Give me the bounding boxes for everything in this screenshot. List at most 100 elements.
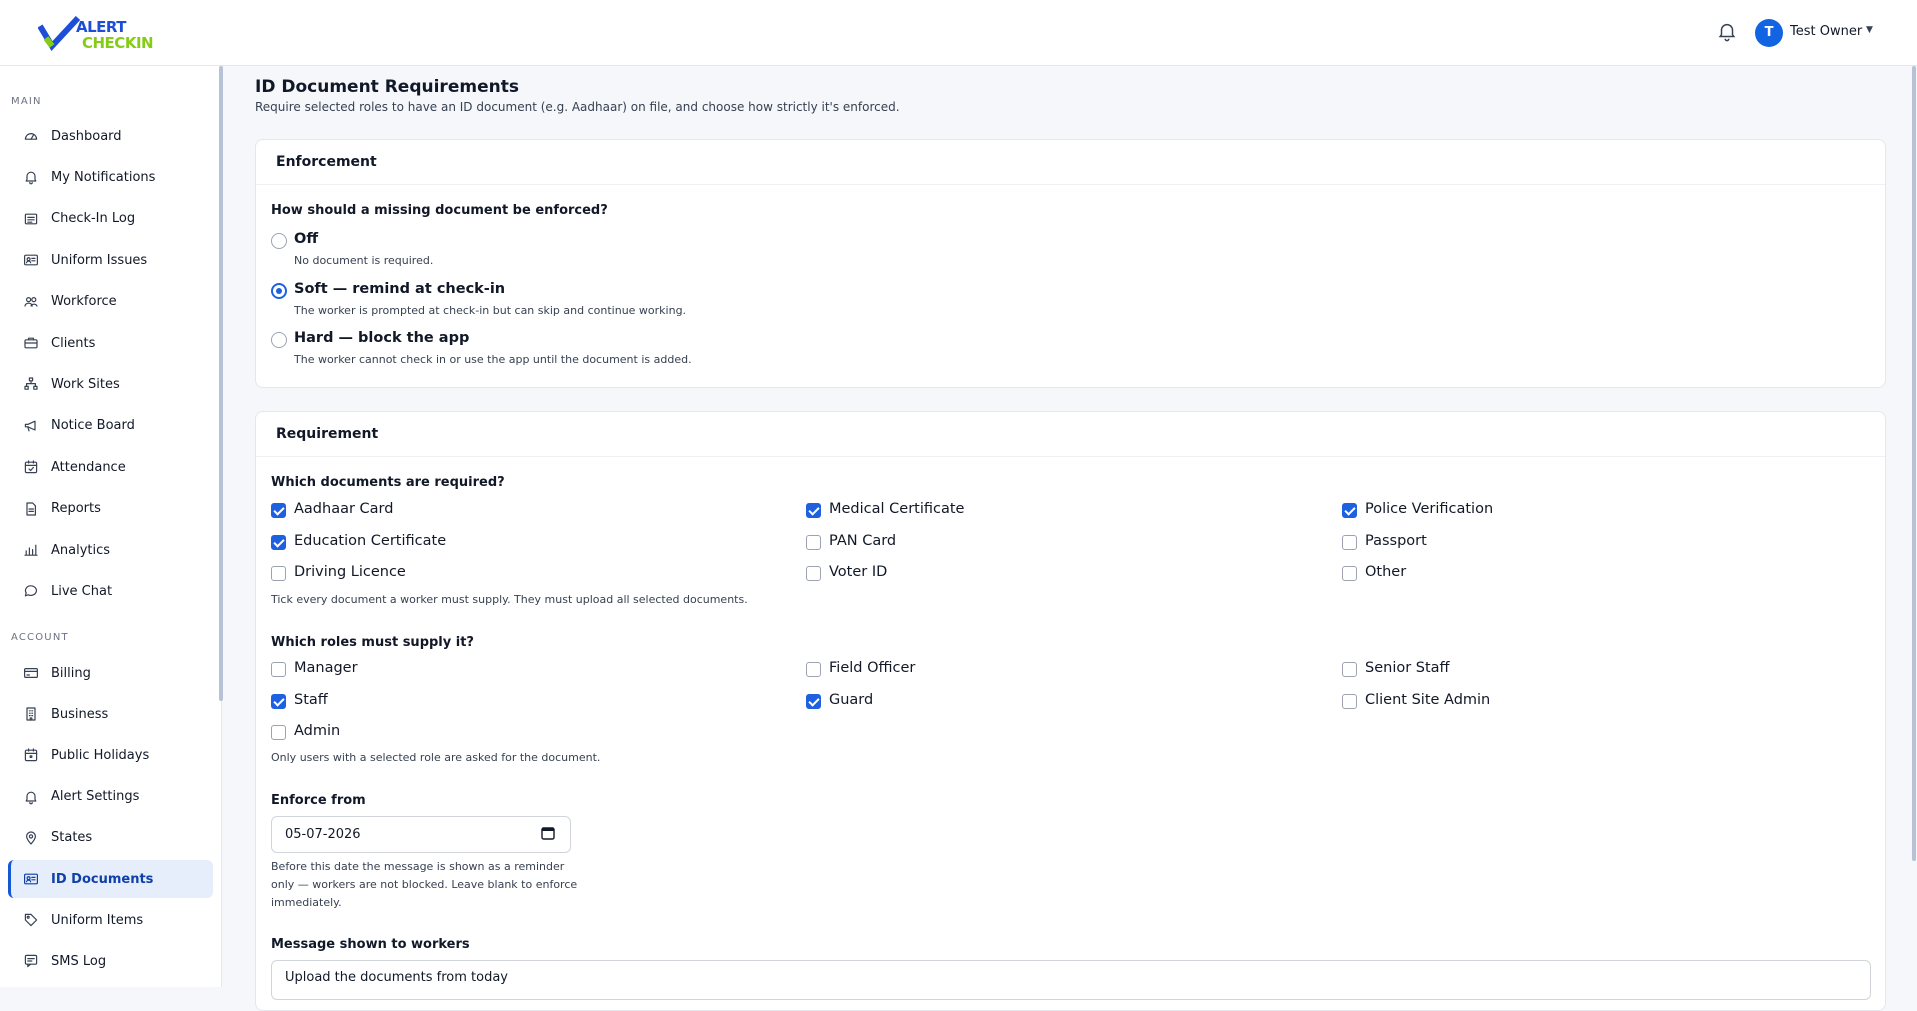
sidebar-scrollbar[interactable] [219, 66, 223, 701]
documents-checkbox-label[interactable]: Voter ID [829, 564, 887, 580]
documents-checkbox[interactable] [1342, 534, 1357, 550]
sidebar-item-label: Attendance [51, 459, 126, 475]
sidebar-item-alert-settings[interactable]: Alert Settings [8, 778, 213, 816]
enforcement-option-label[interactable]: Off [294, 231, 318, 247]
chevron-down-icon[interactable]: ▼ [1866, 25, 1873, 35]
sidebar-item-billing[interactable]: Billing [8, 654, 213, 692]
sidebar-item-label: Workforce [51, 294, 117, 310]
documents-question: Which documents are required? [271, 475, 505, 490]
documents-checkbox[interactable] [1342, 503, 1357, 518]
documents-checkbox[interactable] [806, 534, 821, 550]
credit-card-icon [22, 664, 40, 682]
roles-checkbox[interactable] [271, 725, 286, 740]
sidebar-item-label: States [51, 830, 93, 846]
roles-checkbox[interactable] [271, 662, 286, 677]
building-icon [22, 705, 40, 723]
briefcase-icon [22, 334, 40, 352]
sidebar-item-uniform-items[interactable]: Uniform Items [8, 901, 213, 939]
sidebar-item-notice-board[interactable]: Notice Board [8, 407, 213, 445]
documents-checkbox-label[interactable]: Aadhaar Card [294, 501, 393, 517]
calendar-icon[interactable] [541, 826, 555, 840]
roles-checkbox[interactable] [806, 693, 821, 709]
roles-checkbox-label[interactable]: Guard [829, 692, 873, 708]
enforce-from-date-input[interactable]: 05-07-2026 [271, 816, 571, 853]
roles-checkbox-label[interactable]: Staff [294, 692, 328, 708]
sidebar-item-sms-log[interactable]: SMS Log [8, 942, 213, 980]
calendar-icon [22, 746, 40, 764]
enforcement-option-desc: The worker is prompted at check-in but c… [294, 303, 687, 317]
documents-checkbox-label[interactable]: Police Verification [1365, 501, 1493, 517]
documents-checkbox[interactable] [271, 566, 286, 581]
enforcement-radio-1[interactable] [271, 282, 287, 299]
roles-checkbox[interactable] [1342, 693, 1357, 709]
enforce-from-hint-3: immediately. [271, 896, 342, 909]
documents-checkbox[interactable] [271, 503, 286, 518]
documents-checkbox-label[interactable]: PAN Card [829, 533, 896, 549]
sidebar-item-label: Check-In Log [51, 211, 136, 227]
bell-icon [22, 168, 40, 186]
user-name[interactable]: Test Owner [1790, 24, 1862, 39]
enforcement-option-label[interactable]: Hard — block the app [294, 330, 469, 346]
sidebar-item-clients[interactable]: Clients [8, 324, 213, 362]
roles-hint: Only users with a selected role are aske… [271, 751, 601, 764]
roles-checkbox-label[interactable]: Field Officer [829, 660, 915, 676]
message-label: Message shown to workers [271, 937, 470, 952]
documents-checkbox-label[interactable]: Other [1365, 564, 1406, 580]
documents-checkbox-label[interactable]: Driving Licence [294, 564, 406, 580]
documents-checkbox-label[interactable]: Passport [1365, 533, 1427, 549]
sidebar-item-dashboard[interactable]: Dashboard [8, 117, 213, 155]
roles-checkbox[interactable] [1342, 662, 1357, 677]
requirement-card: Requirement [255, 411, 1886, 1011]
roles-checkbox-label[interactable]: Client Site Admin [1365, 692, 1490, 708]
enforce-from-label: Enforce from [271, 793, 366, 808]
documents-checkbox-label[interactable]: Education Certificate [294, 533, 446, 549]
enforcement-radio-0[interactable] [271, 233, 287, 249]
brand-logo[interactable]: ALERT CHECKIN [38, 14, 154, 52]
sidebar-item-label: ID Documents [51, 871, 154, 887]
bell-icon [22, 788, 40, 806]
sidebar-item-my-notifications[interactable]: My Notifications [8, 158, 213, 196]
enforcement-radio-2[interactable] [271, 332, 287, 348]
documents-checkbox[interactable] [806, 503, 821, 518]
roles-checkbox[interactable] [271, 693, 286, 709]
requirement-heading: Requirement [256, 412, 1885, 457]
documents-checkbox-label[interactable]: Medical Certificate [829, 501, 964, 517]
id-card-icon [22, 251, 40, 269]
sidebar-item-label: My Notifications [51, 169, 156, 185]
sidebar-item-live-chat[interactable]: Live Chat [8, 572, 213, 610]
documents-checkbox[interactable] [271, 534, 286, 550]
page-scrollbar[interactable] [1912, 66, 1916, 861]
sidebar-item-attendance[interactable]: Attendance [8, 448, 213, 486]
notifications-bell-icon[interactable] [1716, 20, 1740, 44]
sidebar-item-business[interactable]: Business [8, 695, 213, 733]
sidebar-item-analytics[interactable]: Analytics [8, 531, 213, 569]
roles-checkbox-label[interactable]: Manager [294, 660, 358, 676]
sidebar-item-reports[interactable]: Reports [8, 490, 213, 528]
message-icon [22, 952, 40, 970]
sidebar-item-label: Public Holidays [51, 747, 150, 763]
message-input[interactable]: Upload the documents from today [271, 960, 1871, 1000]
section-label-account: ACCOUNT [11, 632, 69, 643]
enforcement-option-label[interactable]: Soft — remind at check-in [294, 281, 505, 297]
sidebar-item-states[interactable]: States [8, 819, 213, 857]
roles-checkbox[interactable] [806, 662, 821, 677]
roles-checkbox-label[interactable]: Senior Staff [1365, 660, 1450, 676]
sidebar: MAIN ACCOUNT Dashboard My Notifications Ch… [0, 66, 222, 987]
sidebar-item-work-sites[interactable]: Work Sites [8, 365, 213, 403]
megaphone-icon [22, 417, 40, 435]
chat-icon [22, 582, 40, 600]
sidebar-item-workforce[interactable]: Workforce [8, 283, 213, 321]
section-label-main: MAIN [11, 96, 42, 107]
enforce-from-hint-2: only — workers are not blocked. Leave bl… [271, 878, 578, 891]
enforce-from-hint-1: Before this date the message is shown as… [271, 860, 565, 873]
roles-checkbox-label[interactable]: Admin [294, 723, 340, 739]
sidebar-item-id-documents[interactable]: ID Documents [8, 860, 213, 898]
sidebar-item-label: Dashboard [51, 128, 122, 144]
sidebar-item-check-in-log[interactable]: Check-In Log [8, 200, 213, 238]
documents-checkbox[interactable] [806, 566, 821, 581]
documents-checkbox[interactable] [1342, 566, 1357, 581]
sidebar-item-uniform-issues[interactable]: Uniform Issues [8, 241, 213, 279]
avatar[interactable]: T [1755, 19, 1783, 47]
sidebar-item-public-holidays[interactable]: Public Holidays [8, 736, 213, 774]
map-pin-icon [22, 829, 40, 847]
